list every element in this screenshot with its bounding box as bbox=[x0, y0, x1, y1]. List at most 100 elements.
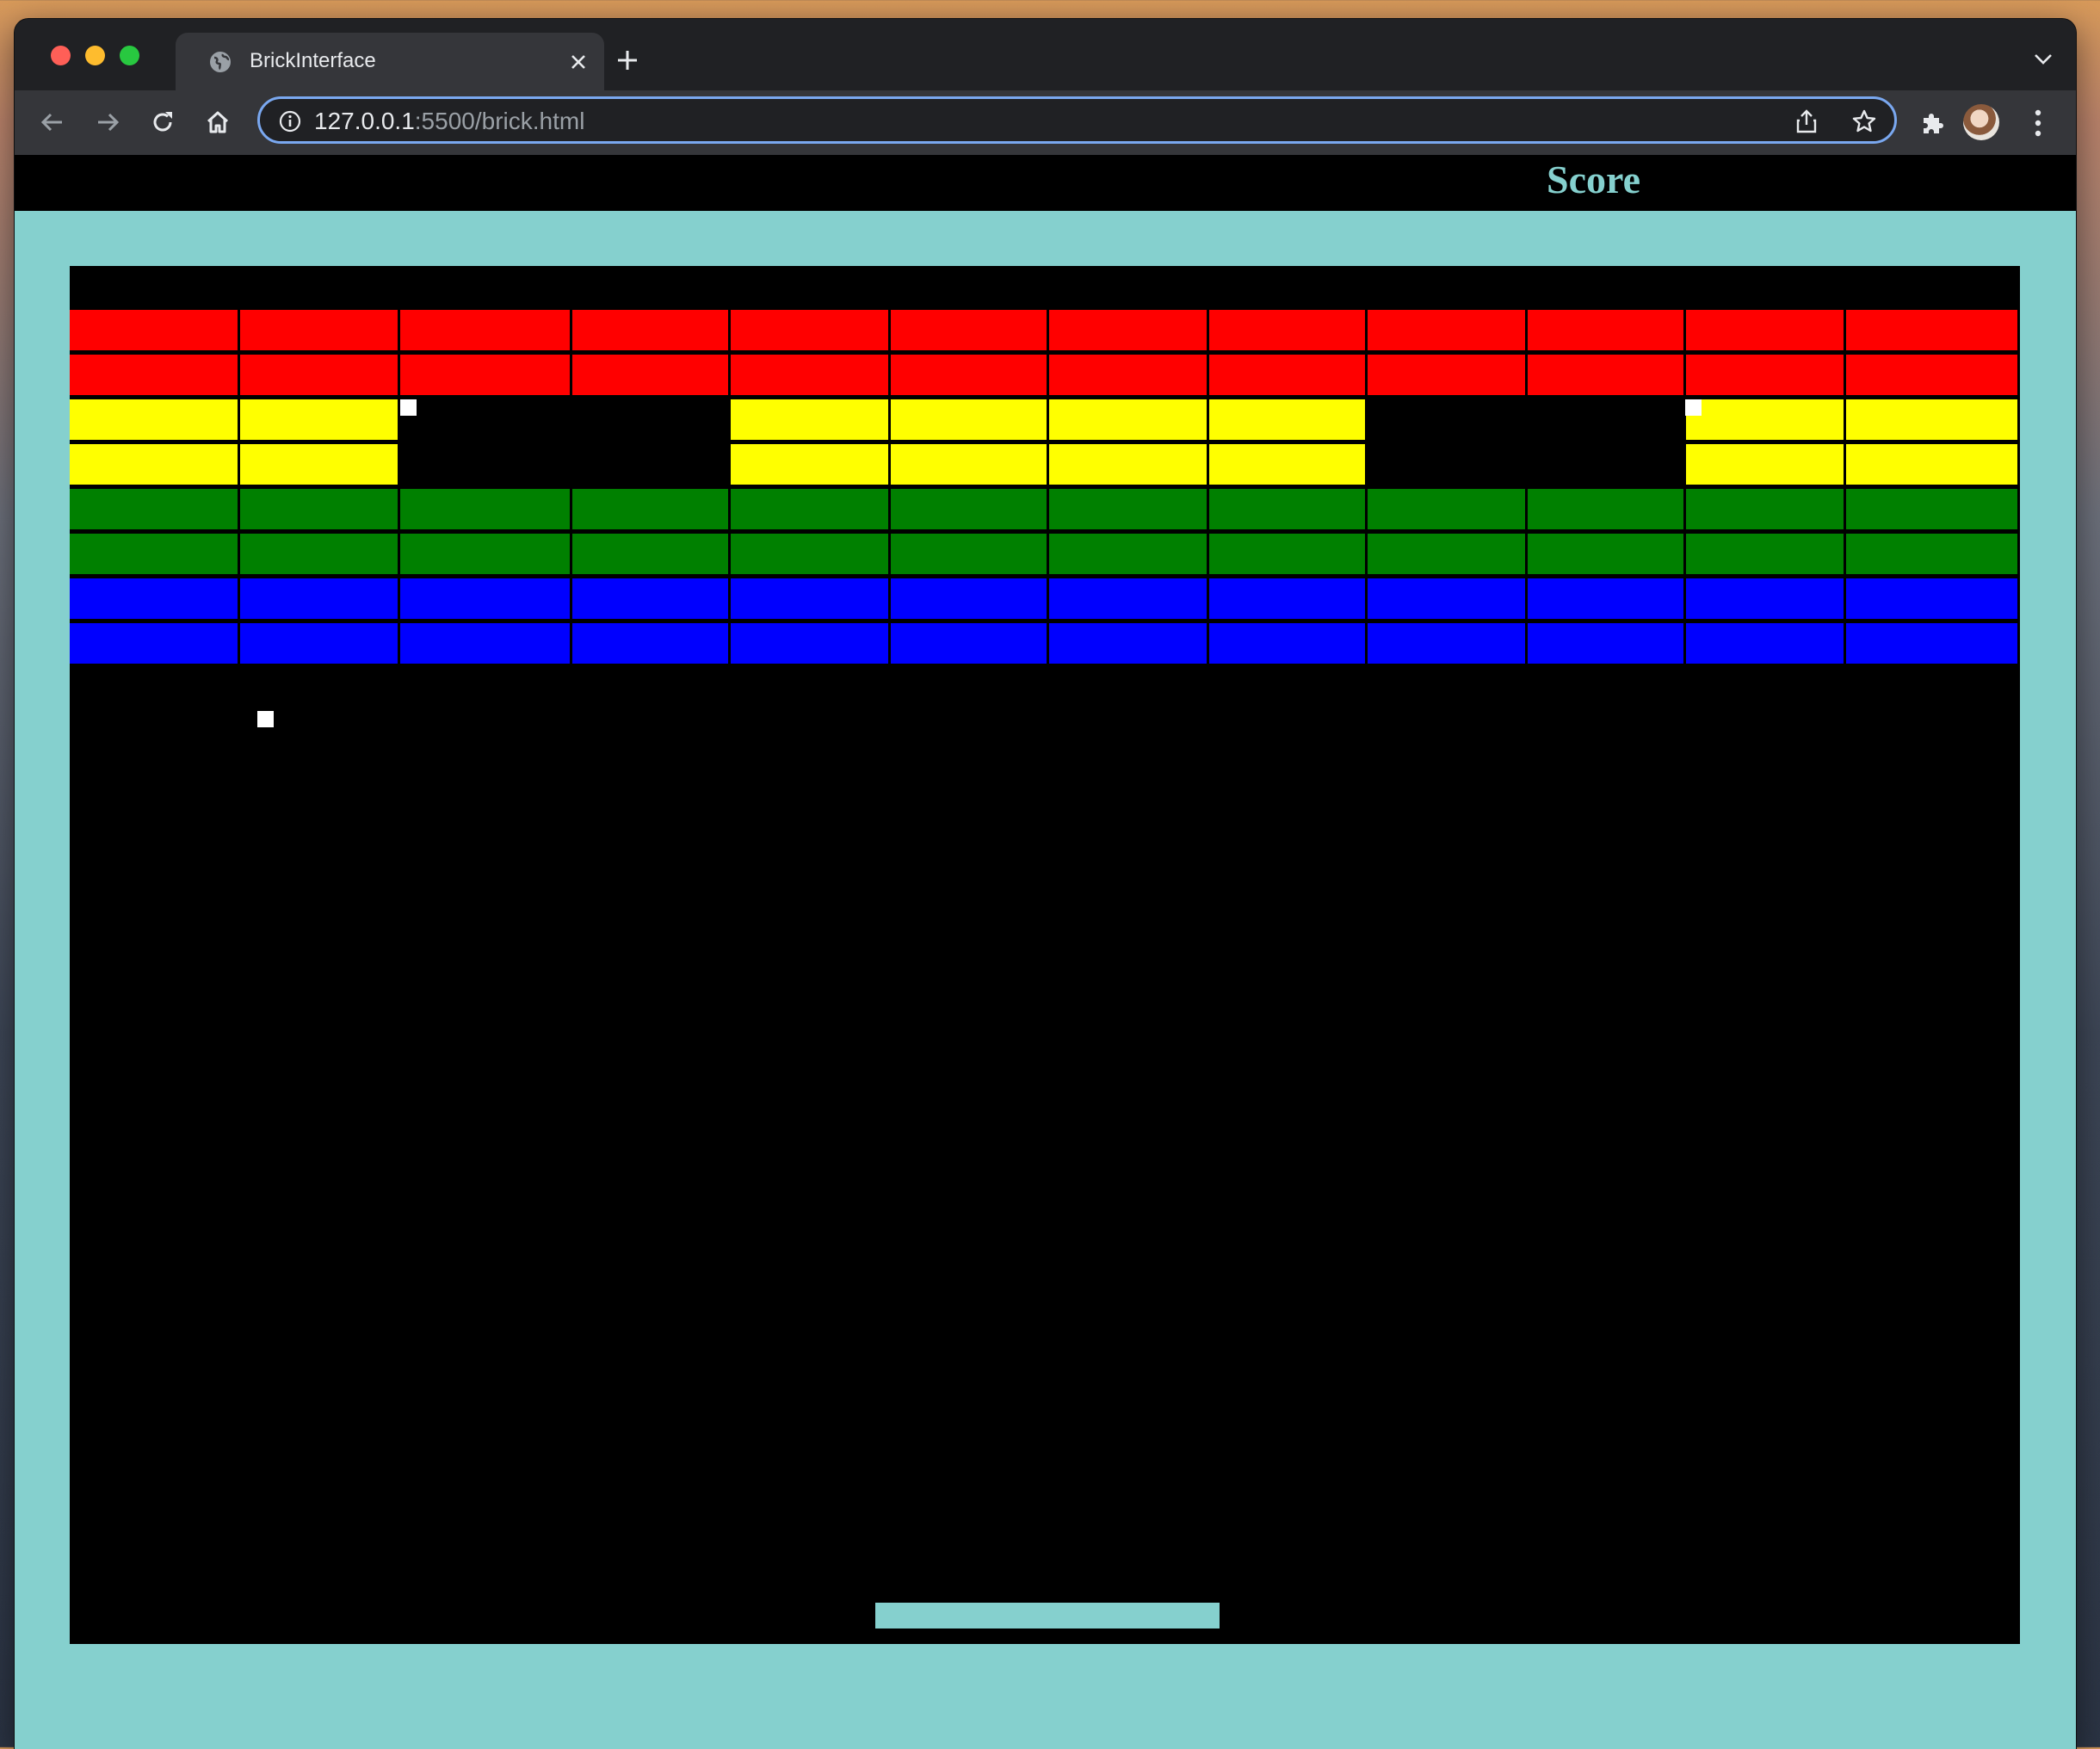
window-maximize-button[interactable] bbox=[120, 46, 139, 65]
close-icon[interactable] bbox=[568, 52, 589, 72]
star-icon[interactable] bbox=[1851, 108, 1877, 134]
brick-green bbox=[400, 534, 570, 574]
brick-red bbox=[240, 310, 398, 350]
brick-green bbox=[1049, 534, 1207, 574]
brick-blue bbox=[731, 623, 888, 664]
brick-green bbox=[70, 489, 238, 529]
brick-yellow bbox=[731, 444, 888, 485]
info-icon[interactable] bbox=[279, 110, 301, 133]
reload-icon bbox=[153, 112, 172, 132]
window-minimize-button[interactable] bbox=[85, 46, 105, 65]
brick-red bbox=[400, 355, 570, 395]
brick-green bbox=[1368, 534, 1525, 574]
brick-field bbox=[70, 266, 2020, 1644]
browser-toolbar: 127.0.0.1:5500/brick.html bbox=[15, 90, 2076, 156]
brick-blue bbox=[70, 623, 238, 664]
score-bar: Score bbox=[15, 155, 2076, 211]
brick-blue bbox=[1209, 623, 1365, 664]
brick-yellow bbox=[1209, 399, 1365, 440]
chevron-down-icon[interactable] bbox=[2033, 52, 2054, 67]
puzzle-icon[interactable] bbox=[1919, 109, 1947, 137]
brick-yellow bbox=[1686, 444, 1844, 485]
brick-blue bbox=[731, 578, 888, 619]
brick-blue bbox=[1846, 623, 2017, 664]
url-text: 127.0.0.1:5500/brick.html bbox=[314, 108, 584, 135]
more-vertical-icon[interactable] bbox=[2033, 108, 2043, 139]
brick-green bbox=[240, 534, 398, 574]
brick-yellow bbox=[70, 399, 238, 440]
forward-button[interactable] bbox=[92, 107, 123, 138]
brick-green bbox=[1049, 489, 1207, 529]
brick-red bbox=[1528, 310, 1683, 350]
ball bbox=[400, 399, 417, 416]
brick-green bbox=[1846, 534, 2017, 574]
brick-yellow bbox=[70, 444, 238, 485]
share-icon[interactable] bbox=[1794, 108, 1819, 134]
brick-green bbox=[1686, 534, 1844, 574]
window-close-button[interactable] bbox=[51, 46, 71, 65]
browser-window: BrickInterface 127.0.0.1:5500/brick.html… bbox=[15, 19, 2076, 1749]
game-board[interactable] bbox=[70, 266, 2020, 1644]
address-bar[interactable]: 127.0.0.1:5500/brick.html bbox=[257, 96, 1897, 144]
brick-yellow bbox=[891, 399, 1047, 440]
brick-green bbox=[731, 534, 888, 574]
brick-yellow bbox=[1686, 399, 1844, 440]
brick-green bbox=[891, 489, 1047, 529]
brick-yellow bbox=[891, 444, 1047, 485]
brick-blue bbox=[1528, 578, 1683, 619]
brick-red bbox=[70, 310, 238, 350]
brick-blue bbox=[1528, 623, 1683, 664]
back-button[interactable] bbox=[37, 107, 68, 138]
brick-red bbox=[1686, 310, 1844, 350]
brick-green bbox=[1846, 489, 2017, 529]
brick-red bbox=[240, 355, 398, 395]
url-path: :5500/brick.html bbox=[414, 108, 585, 134]
brick-red bbox=[1368, 310, 1525, 350]
brick-red bbox=[891, 310, 1047, 350]
brick-green bbox=[1528, 534, 1683, 574]
brick-red bbox=[731, 355, 888, 395]
ball bbox=[1685, 399, 1702, 416]
brick-yellow bbox=[1049, 399, 1207, 440]
page-viewport: Score bbox=[15, 155, 2076, 1749]
brick-blue bbox=[1049, 578, 1207, 619]
brick-green bbox=[240, 489, 398, 529]
tab-title: BrickInterface bbox=[250, 49, 376, 72]
brick-red bbox=[400, 310, 570, 350]
brick-red bbox=[1049, 355, 1207, 395]
brick-green bbox=[731, 489, 888, 529]
brick-green bbox=[400, 489, 570, 529]
brick-yellow bbox=[1209, 444, 1365, 485]
brick-blue bbox=[400, 623, 570, 664]
score-label: Score bbox=[1547, 158, 1641, 201]
arrow-right-icon bbox=[98, 113, 120, 132]
brick-blue bbox=[1368, 578, 1525, 619]
brick-red bbox=[1846, 310, 2017, 350]
home-button[interactable] bbox=[202, 107, 233, 138]
paddle[interactable] bbox=[875, 1603, 1220, 1628]
brick-green bbox=[572, 489, 728, 529]
brick-green bbox=[1209, 534, 1365, 574]
brick-blue bbox=[240, 578, 398, 619]
brick-yellow bbox=[731, 399, 888, 440]
ball bbox=[257, 711, 274, 727]
brick-red bbox=[572, 355, 728, 395]
brick-blue bbox=[1686, 578, 1844, 619]
home-icon bbox=[207, 111, 229, 133]
brick-blue bbox=[70, 578, 238, 619]
brick-green bbox=[1686, 489, 1844, 529]
brick-red bbox=[1209, 310, 1365, 350]
brick-green bbox=[1528, 489, 1683, 529]
brick-yellow bbox=[1049, 444, 1207, 485]
reload-button[interactable] bbox=[147, 107, 178, 138]
tab-brickinterface[interactable]: BrickInterface bbox=[176, 33, 604, 90]
brick-blue bbox=[1686, 623, 1844, 664]
plus-icon[interactable] bbox=[615, 47, 640, 73]
brick-red bbox=[1528, 355, 1683, 395]
brick-red bbox=[1049, 310, 1207, 350]
brick-blue bbox=[1368, 623, 1525, 664]
brick-red bbox=[891, 355, 1047, 395]
brick-blue bbox=[400, 578, 570, 619]
avatar[interactable] bbox=[1963, 104, 1999, 140]
brick-red bbox=[731, 310, 888, 350]
